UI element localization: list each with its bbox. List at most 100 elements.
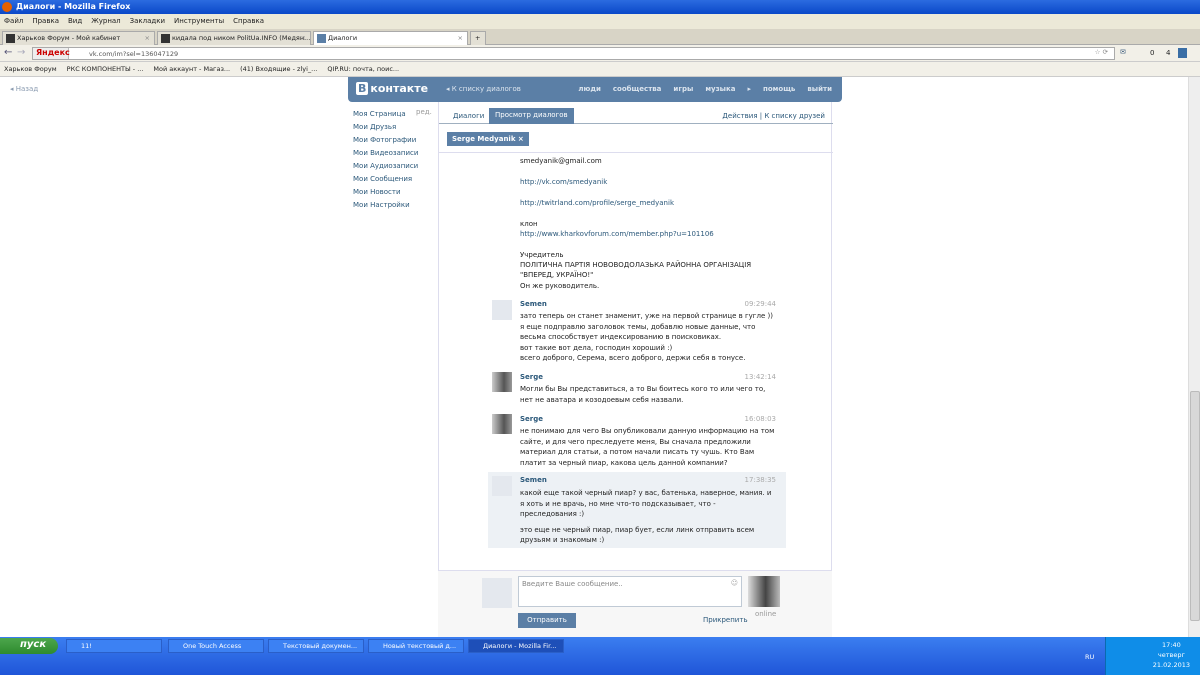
taskbar-item-active[interactable]: Диалоги - Mozilla Fir... bbox=[468, 639, 564, 653]
message-author[interactable]: Serge bbox=[520, 415, 543, 423]
menu-friends[interactable]: Мои Друзья bbox=[353, 121, 418, 134]
browser-tab[interactable]: кидала под ником PolitUa.INFO (Медян... × bbox=[157, 31, 311, 45]
send-button[interactable]: Отправить bbox=[518, 613, 576, 628]
message-author[interactable]: Semen bbox=[520, 300, 547, 308]
taskbar: пуск 11! One Touch Access Текстовый доку… bbox=[0, 637, 1200, 675]
navigation-bar: ← → Яндекс vk.com/im?sel=136047129 ☆ ⟳ ✉… bbox=[0, 45, 1200, 62]
compose-area: Введите Ваше сообщение.. ☺ online Отправи… bbox=[438, 570, 832, 637]
message-time: 09:29:44 bbox=[744, 300, 776, 308]
menu-edit[interactable]: Правка bbox=[32, 17, 59, 25]
tab-dialogs[interactable]: Диалоги bbox=[447, 109, 490, 123]
system-tray: 17:40 четверг 21.02.2013 bbox=[1105, 637, 1200, 675]
vk-logo[interactable]: Вконтакте bbox=[356, 82, 428, 95]
nav-help[interactable]: помощь bbox=[763, 85, 795, 93]
menu-settings[interactable]: Мои Настройки bbox=[353, 199, 418, 212]
menu-news[interactable]: Мои Новости bbox=[353, 186, 418, 199]
menu-help[interactable]: Справка bbox=[233, 17, 264, 25]
play-icon[interactable]: ▸ bbox=[748, 85, 752, 93]
browser-tab-active[interactable]: Диалоги × bbox=[313, 31, 468, 45]
clock-day: четверг bbox=[1157, 651, 1185, 659]
browser-tab[interactable]: Харьков Форум - Мой кабинет × bbox=[2, 31, 155, 45]
message: Serge 13:42:14 Могли бы Вы представиться… bbox=[488, 370, 786, 408]
message-line: Он же руководитель. bbox=[520, 282, 600, 290]
message-link[interactable]: http://www.kharkovforum.com/member.php?u… bbox=[520, 230, 714, 238]
language-indicator[interactable]: RU bbox=[1085, 653, 1094, 661]
scrollbar-thumb[interactable] bbox=[1190, 391, 1200, 621]
nav-games[interactable]: игры bbox=[673, 85, 693, 93]
window-title-bar: Диалоги - Mozilla Firefox bbox=[0, 0, 1200, 14]
attach-link[interactable]: Прикрепить bbox=[703, 616, 748, 624]
vk-addon-icon[interactable] bbox=[1178, 48, 1187, 58]
message-author[interactable]: Serge bbox=[520, 373, 543, 381]
my-avatar[interactable] bbox=[748, 576, 780, 607]
taskbar-item[interactable]: Новый текстовый д... bbox=[368, 639, 464, 653]
message-text: какой еще такой черный пиар? у вас, бате… bbox=[520, 488, 771, 546]
message-link[interactable]: http://twitrland.com/profile/serge_medya… bbox=[520, 199, 674, 207]
scrollbar[interactable] bbox=[1188, 77, 1200, 637]
user-avatar[interactable] bbox=[492, 414, 512, 434]
message: Serge 16:08:03 не понимаю для чего Вы оп… bbox=[488, 412, 786, 468]
new-tab-button[interactable]: + bbox=[470, 31, 486, 45]
reload-icon[interactable]: ☆ ⟳ bbox=[1095, 48, 1108, 56]
menu-videos[interactable]: Мои Видеозаписи bbox=[353, 147, 418, 160]
menu-bar: Файл Правка Вид Журнал Закладки Инструменты Сп… bbox=[0, 14, 1200, 29]
camera-avatar-icon[interactable] bbox=[492, 476, 512, 496]
text-line: Могли бы Вы представиться, а то Вы боите… bbox=[520, 385, 766, 393]
firefox-icon bbox=[2, 2, 12, 12]
taskbar-item[interactable]: One Touch Access bbox=[168, 639, 264, 653]
message-text: не понимаю для чего Вы опубликовали данн… bbox=[520, 426, 774, 468]
menu-tools[interactable]: Инструменты bbox=[174, 17, 224, 25]
text-line: вот такие вот дела, господин хороший :) bbox=[520, 343, 673, 352]
recipient-chip[interactable]: Serge Medyanik × bbox=[447, 132, 529, 146]
close-tab-icon[interactable]: × bbox=[458, 34, 463, 42]
to-dialogs-link[interactable]: ◂ К списку диалогов bbox=[446, 85, 521, 93]
url-bar[interactable]: Яндекс vk.com/im?sel=136047129 ☆ ⟳ bbox=[32, 47, 1115, 60]
bookmark[interactable]: Мой аккаунт - Магаз... bbox=[153, 65, 230, 73]
close-tab-icon[interactable]: × bbox=[301, 34, 306, 42]
menu-file[interactable]: Файл bbox=[4, 17, 23, 25]
bookmark[interactable]: Харьков Форум bbox=[4, 65, 57, 73]
mail-icon[interactable]: ✉ bbox=[1120, 48, 1126, 56]
bookmark[interactable]: РКС КОМПОНЕНТЫ - ... bbox=[67, 65, 144, 73]
menu-bookmarks[interactable]: Закладки bbox=[130, 17, 165, 25]
camera-avatar-icon[interactable] bbox=[492, 300, 512, 320]
actions-links[interactable]: Действия | К списку друзей bbox=[722, 112, 825, 120]
menu-photos[interactable]: Мои Фотографии bbox=[353, 134, 418, 147]
edit-link[interactable]: ред. bbox=[416, 108, 432, 116]
clock[interactable]: 17:40 четверг 21.02.2013 bbox=[1153, 640, 1190, 670]
start-button[interactable]: пуск bbox=[0, 638, 58, 654]
back-arrow-icon[interactable]: ← bbox=[4, 47, 12, 58]
tab-view-dialogs[interactable]: Просмотр диалогов bbox=[489, 108, 574, 124]
message-link[interactable]: http://vk.com/smedyanik bbox=[520, 178, 607, 186]
user-avatar[interactable] bbox=[492, 372, 512, 392]
menu-history[interactable]: Журнал bbox=[91, 17, 120, 25]
top-nav: люди сообщества игры музыка ▸ помощь выйти bbox=[566, 85, 832, 93]
text-line: какой еще такой черный пиар? у вас, бате… bbox=[520, 489, 772, 497]
message: Semen 09:29:44 зато теперь он станет зна… bbox=[488, 297, 786, 365]
yandex-button[interactable]: Яндекс bbox=[33, 48, 70, 59]
text-line: материал для статьи, а потом начали писа… bbox=[520, 448, 755, 456]
taskbar-item[interactable]: 11! bbox=[66, 639, 162, 653]
forward-arrow-icon[interactable]: → bbox=[17, 47, 25, 58]
bookmark[interactable]: (41) Входящие - zlyi_... bbox=[240, 65, 317, 73]
camera-avatar-icon bbox=[482, 578, 512, 608]
back-link[interactable]: ◂ Назад bbox=[10, 85, 38, 93]
text-line: друзьям и знакомым :) bbox=[520, 536, 605, 544]
nav-communities[interactable]: сообщества bbox=[613, 85, 662, 93]
close-tab-icon[interactable]: × bbox=[145, 34, 150, 42]
message-author[interactable]: Semen bbox=[520, 476, 547, 484]
menu-view[interactable]: Вид bbox=[68, 17, 82, 25]
nav-logout[interactable]: выйти bbox=[807, 85, 832, 93]
message-input[interactable]: Введите Ваше сообщение.. ☺ bbox=[518, 576, 742, 607]
menu-my-page[interactable]: Моя Страница bbox=[353, 108, 418, 121]
nav-music[interactable]: музыка bbox=[705, 85, 735, 93]
taskbar-item[interactable]: Текстовый докумен... bbox=[268, 639, 364, 653]
text-line: преследования :) bbox=[520, 510, 585, 518]
menu-audio[interactable]: Мои Аудиозаписи bbox=[353, 160, 418, 173]
menu-messages[interactable]: Мои Сообщения bbox=[353, 173, 418, 186]
message-time: 13:42:14 bbox=[744, 373, 776, 381]
nav-people[interactable]: люди bbox=[578, 85, 601, 93]
smiley-icon[interactable]: ☺ bbox=[731, 579, 738, 587]
bookmark[interactable]: QIP.RU: почта, поис... bbox=[327, 65, 399, 73]
text-line: я хоть и не врачь, но мне что-то подсказ… bbox=[520, 499, 716, 508]
